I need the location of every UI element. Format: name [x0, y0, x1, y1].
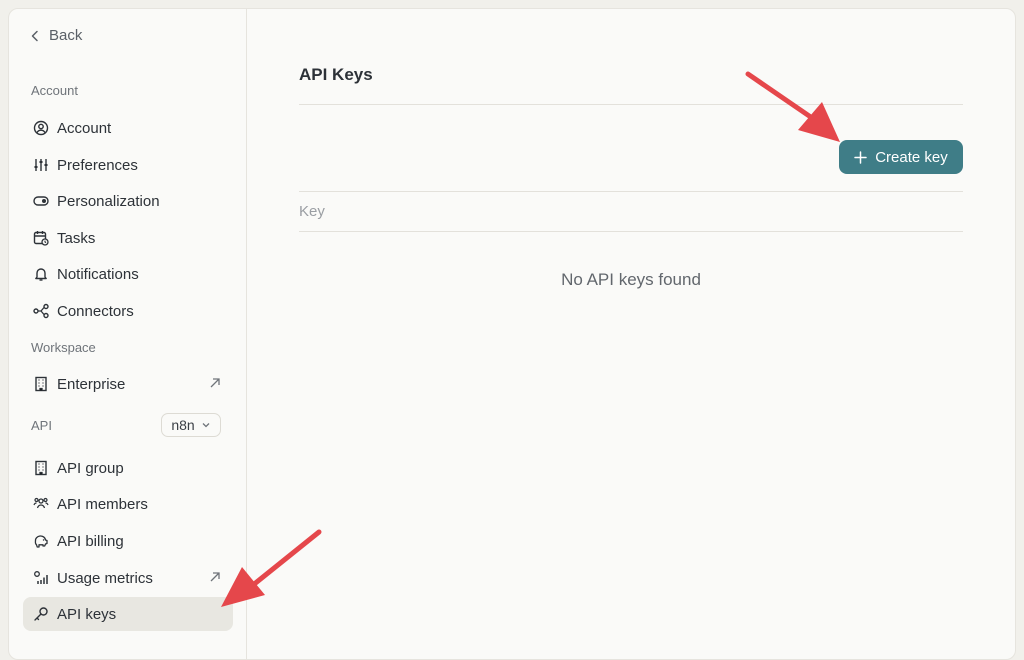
sidebar-item-account[interactable]: Account	[23, 111, 233, 145]
table-header-key: Key	[299, 203, 325, 220]
table-header-divider	[299, 231, 963, 232]
building-icon	[33, 460, 49, 476]
section-label-account: Account	[31, 83, 78, 98]
sidebar-item-label: Tasks	[57, 229, 96, 247]
calendar-clock-icon	[33, 230, 49, 246]
sidebar-item-label: Preferences	[57, 156, 138, 174]
toggle-icon	[33, 193, 49, 209]
sidebar-item-api-group[interactable]: API group	[23, 451, 233, 485]
main-content: API Keys Create key Key No API keys foun…	[247, 9, 1015, 659]
sidebar-item-usage-metrics[interactable]: Usage metrics	[23, 561, 233, 595]
sidebar-item-label: Connectors	[57, 302, 134, 320]
sidebar-item-api-members[interactable]: API members	[23, 487, 233, 521]
users-icon	[33, 496, 49, 512]
create-key-button[interactable]: Create key	[839, 140, 963, 174]
sidebar-item-enterprise[interactable]: Enterprise	[23, 367, 233, 401]
sliders-icon	[33, 157, 49, 173]
api-project-select[interactable]: n8n	[161, 413, 221, 437]
sidebar-item-label: Usage metrics	[57, 569, 153, 587]
sidebar-item-personalization[interactable]: Personalization	[23, 184, 233, 218]
sidebar-item-preferences[interactable]: Preferences	[23, 148, 233, 182]
sidebar-item-api-billing[interactable]: API billing	[23, 524, 233, 558]
sidebar-item-label: Personalization	[57, 192, 160, 210]
user-circle-icon	[33, 120, 49, 136]
back-label: Back	[49, 27, 83, 44]
sidebar-item-label: API group	[57, 459, 124, 477]
settings-window: Back Account Account Preferences Persona…	[8, 8, 1016, 660]
title-divider	[299, 104, 963, 105]
sidebar-item-connectors[interactable]: Connectors	[23, 294, 233, 328]
sidebar-item-api-keys[interactable]: API keys	[23, 597, 233, 631]
sidebar-item-label: API keys	[57, 605, 117, 623]
section-label-api: API	[31, 418, 52, 433]
connectors-icon	[33, 303, 49, 319]
sidebar: Back Account Account Preferences Persona…	[9, 9, 247, 659]
chevron-left-icon	[31, 30, 38, 41]
sidebar-item-label: API billing	[57, 532, 124, 550]
create-key-label: Create key	[875, 148, 948, 166]
plus-icon	[854, 150, 867, 164]
section-label-workspace: Workspace	[31, 340, 96, 355]
chart-icon	[33, 570, 49, 586]
back-button[interactable]: Back	[29, 27, 82, 44]
external-link-icon	[210, 378, 220, 388]
sidebar-item-label: Account	[57, 119, 112, 137]
sidebar-item-label: Enterprise	[57, 375, 126, 393]
sidebar-item-notifications[interactable]: Notifications	[23, 257, 233, 291]
sidebar-item-tasks[interactable]: Tasks	[23, 221, 233, 255]
piggy-bank-icon	[33, 533, 49, 549]
page-title: API Keys	[299, 65, 373, 84]
api-project-value: n8n	[171, 417, 195, 433]
external-link-icon	[210, 572, 220, 582]
sidebar-item-label: API members	[57, 495, 148, 513]
sidebar-item-label: Notifications	[57, 265, 139, 283]
chevron-down-icon	[202, 423, 210, 428]
empty-state-message: No API keys found	[561, 270, 701, 289]
table-top-divider	[299, 191, 963, 192]
building-icon	[33, 376, 49, 392]
bell-icon	[33, 266, 49, 282]
key-icon	[33, 606, 49, 622]
